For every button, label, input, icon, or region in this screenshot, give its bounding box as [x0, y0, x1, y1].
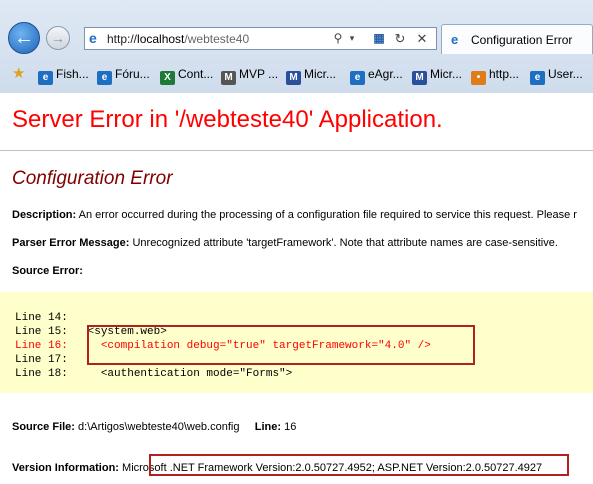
favorite-label: Micr... — [304, 67, 336, 81]
parser-error-label: Parser Error Message: — [12, 237, 130, 249]
favorite-item-3[interactable]: X Cont... — [160, 66, 214, 85]
ie-icon: e — [97, 71, 112, 85]
stop-icon[interactable]: ✕ — [414, 30, 430, 47]
error-subtitle: Configuration Error — [12, 168, 173, 189]
code-line: Line 17: — [15, 354, 68, 366]
favorite-label: MVP ... — [239, 67, 279, 81]
msdn-icon: M — [286, 71, 301, 85]
dropdown-arrow-icon[interactable]: ▾ — [347, 30, 357, 47]
url-scheme: http:// — [107, 32, 138, 46]
refresh-icon[interactable]: ↻ — [392, 30, 408, 47]
source-file-paragraph: Source File: d:\Artigos\webteste40\web.c… — [12, 420, 296, 434]
favorite-item-9[interactable]: e User... — [530, 66, 583, 85]
ie-icon: e — [530, 71, 545, 85]
tab-configuration-error[interactable]: e Configuration Error — [441, 24, 593, 54]
source-error-heading: Source Error: — [12, 264, 83, 278]
compatibility-view-icon[interactable]: ▦ — [371, 30, 387, 47]
favorite-item-8[interactable]: • http... — [471, 66, 520, 85]
error-highlight-box — [87, 325, 475, 365]
forward-button[interactable]: → — [46, 26, 70, 50]
dots-icon: • — [471, 71, 486, 85]
address-bar[interactable]: e http://localhost/webteste40 ⚲ ▾ ▦ ↻ ✕ — [84, 27, 437, 50]
line-value: 16 — [284, 421, 297, 433]
favorite-label: User... — [548, 67, 583, 81]
description-text: An error occurred during the processing … — [78, 209, 577, 221]
divider — [0, 150, 593, 151]
msdn-icon: M — [412, 71, 427, 85]
source-file-label: Source File: — [12, 421, 75, 433]
favorite-item-6[interactable]: e eAgr... — [350, 66, 403, 85]
navigation-bar: ← → e http://localhost/webteste40 ⚲ ▾ ▦ … — [0, 18, 593, 58]
back-button[interactable]: ← — [8, 22, 40, 54]
favorites-bar: ★ e Fish... e Fóru... X Cont... M MVP ... MM… — [0, 58, 593, 90]
favorite-item-1[interactable]: e Fish... — [38, 66, 89, 85]
excel-icon: X — [160, 71, 175, 85]
favorite-label: eAgr... — [368, 67, 403, 81]
ie-page-icon: e — [89, 30, 97, 46]
version-highlight-box — [149, 454, 569, 476]
url-host: localhost — [137, 32, 185, 46]
parser-error-paragraph: Parser Error Message: Unrecognized attri… — [12, 236, 558, 250]
mvp-icon: M — [221, 71, 236, 85]
favorite-item-7[interactable]: M Micr... — [412, 66, 462, 85]
version-label: Version Information: — [12, 462, 119, 474]
ie-icon: e — [38, 71, 53, 85]
favorite-label: http... — [489, 67, 520, 81]
tab-label: Configuration Error — [471, 33, 573, 47]
code-line: Line 14: — [15, 312, 68, 324]
url-path: /webteste40 — [184, 32, 250, 46]
favorite-item-2[interactable]: e Fóru... — [97, 66, 150, 85]
favorite-label: Fish... — [56, 67, 89, 81]
source-file-value: d:\Artigos\webteste40\web.config — [78, 421, 240, 433]
page-content: Server Error in '/webteste40' Applicatio… — [0, 93, 593, 484]
search-icon[interactable]: ⚲ — [329, 30, 347, 47]
favorite-label: Micr... — [430, 67, 462, 81]
favorite-label: Cont... — [178, 67, 214, 81]
source-error-label: Source Error: — [12, 265, 83, 277]
favorite-label: Fóru... — [115, 67, 150, 81]
address-text[interactable]: http://localhost/webteste40 — [107, 31, 249, 47]
parser-error-text: Unrecognized attribute 'targetFramework'… — [132, 237, 558, 249]
code-line: Line 18: <authentication mode="Forms"> — [15, 368, 293, 380]
description-label: Description: — [12, 209, 77, 221]
description-paragraph: Description: An error occurred during th… — [12, 208, 577, 222]
favorite-item-5[interactable]: M Micr... — [286, 66, 336, 85]
line-label: Line: — [254, 421, 282, 433]
ie-tab-icon: e — [451, 32, 459, 47]
favorite-item-4[interactable]: M MVP ... — [221, 66, 279, 85]
ie-icon: e — [350, 71, 365, 85]
favorites-star-icon[interactable]: ★ — [12, 66, 25, 81]
browser-chrome: ← → e http://localhost/webteste40 ⚲ ▾ ▦ … — [0, 0, 593, 93]
page-title: Server Error in '/webteste40' Applicatio… — [12, 106, 443, 133]
